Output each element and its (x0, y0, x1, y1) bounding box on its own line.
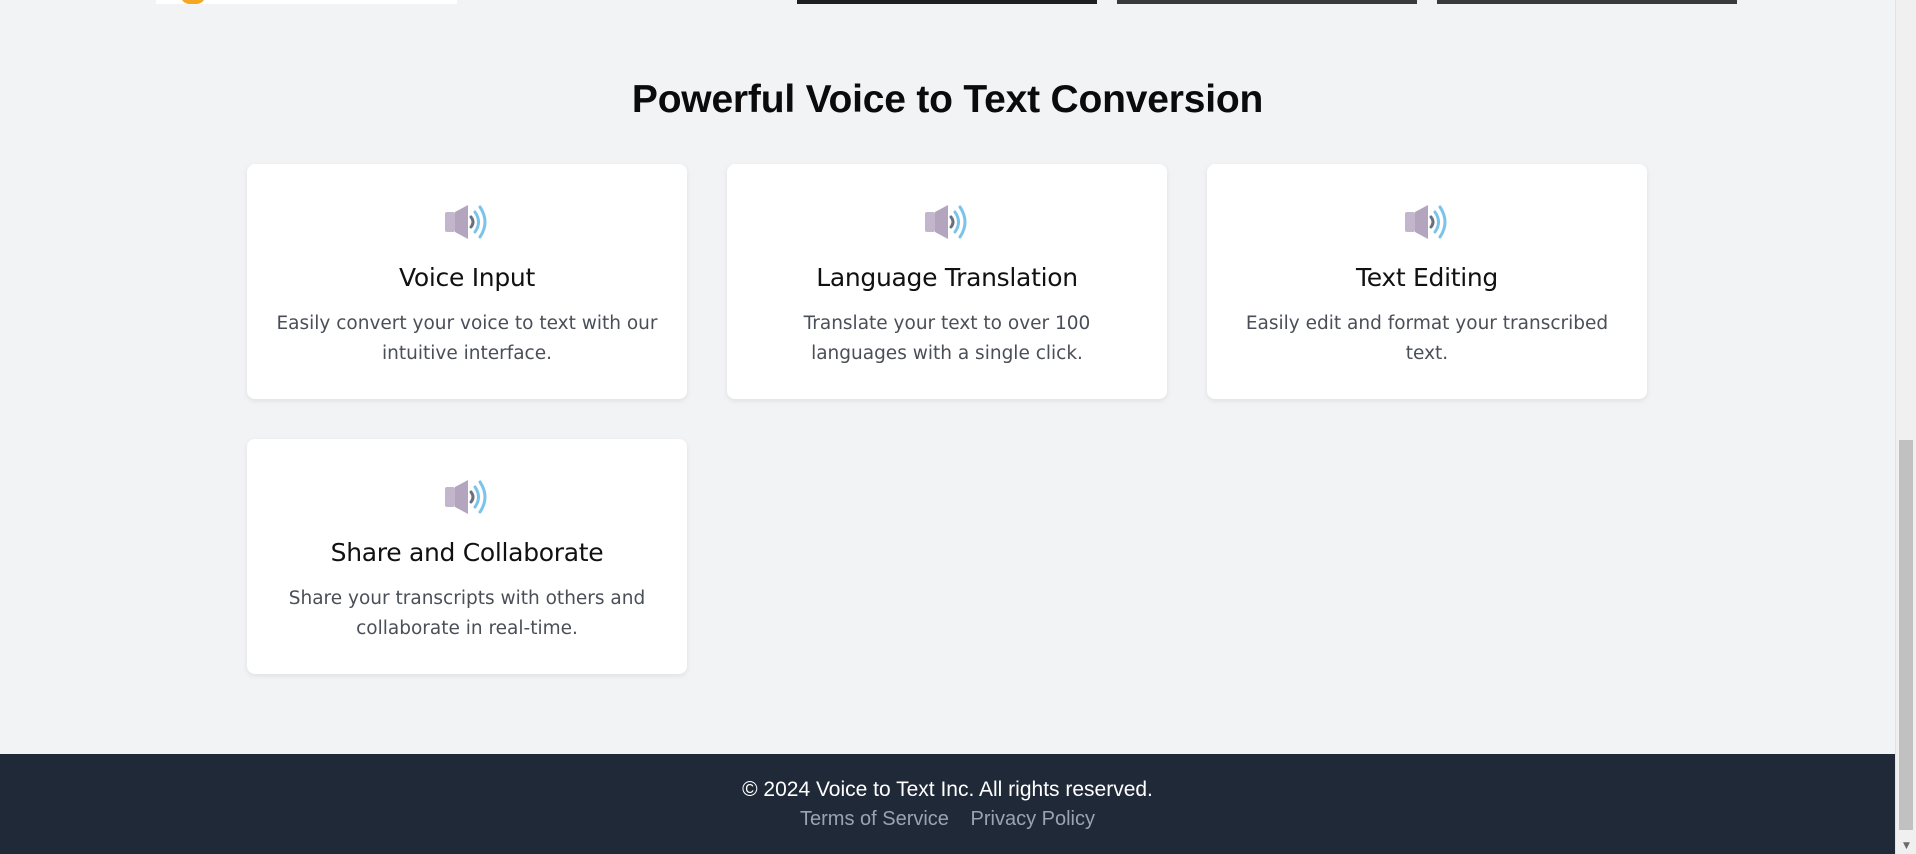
card-description: Easily convert your voice to text with o… (276, 313, 658, 364)
speaker-icon (444, 477, 492, 517)
feature-card-voice-input: Voice Input Easily convert your voice to… (247, 164, 687, 399)
header-nav-button[interactable] (797, 0, 1097, 4)
feature-card-share-collaborate: Share and Collaborate Share your transcr… (247, 439, 687, 674)
speaker-icon (444, 202, 492, 242)
card-title: Voice Input (399, 263, 535, 292)
header-nav-button[interactable] (1437, 0, 1737, 4)
header-nav-button[interactable] (1117, 0, 1417, 4)
scrollbar-thumb[interactable] (1899, 440, 1913, 830)
feature-card-language-translation: Language Translation Translate your text… (727, 164, 1167, 399)
feature-card-text-editing: Text Editing Easily edit and format your… (1207, 164, 1647, 399)
card-title: Language Translation (816, 263, 1078, 292)
card-description: Share your transcripts with others and c… (288, 588, 646, 639)
card-description: Easily edit and format your transcribed … (1245, 313, 1609, 364)
privacy-policy-link[interactable]: Privacy Policy (971, 808, 1095, 830)
footer-links: Terms of Service Privacy Policy (0, 808, 1895, 831)
scroll-down-icon[interactable]: ▼ (1896, 838, 1916, 854)
speaker-icon (1404, 202, 1452, 242)
card-title: Share and Collaborate (330, 538, 604, 567)
card-title: Text Editing (1356, 263, 1498, 292)
site-footer: © 2024 Voice to Text Inc. All rights res… (0, 754, 1895, 854)
features-title: Powerful Voice to Text Conversion (631, 78, 1264, 121)
vertical-scrollbar[interactable]: ▼ (1895, 0, 1916, 854)
terms-of-service-link[interactable]: Terms of Service (800, 808, 949, 830)
speaker-icon (924, 202, 972, 242)
copyright-text: © 2024 Voice to Text Inc. All rights res… (742, 778, 1153, 801)
card-description: Translate your text to over 100 language… (803, 313, 1091, 364)
